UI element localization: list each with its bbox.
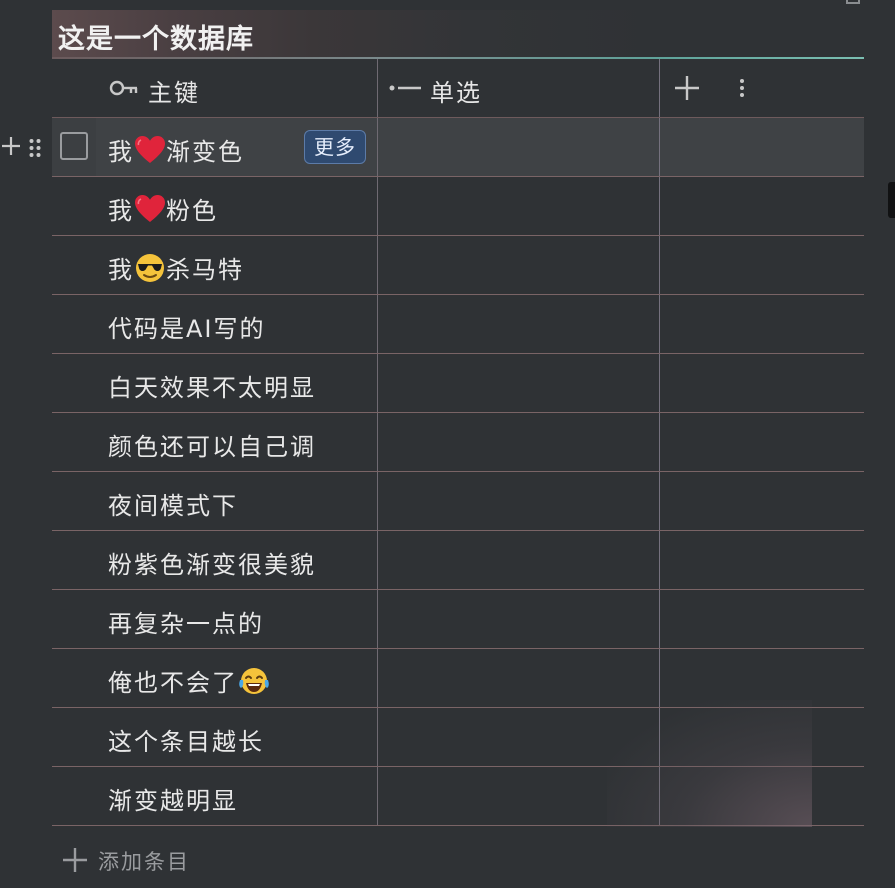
- row-title-text: 渐变越明显: [108, 787, 238, 815]
- column-divider: [659, 295, 660, 353]
- table-row[interactable]: 白天效果不太明显: [52, 354, 864, 413]
- row-title[interactable]: 粉紫色渐变很美貌: [108, 545, 316, 580]
- row-title-text: 夜间模式下: [108, 492, 238, 520]
- column-divider: [659, 531, 660, 589]
- row-title[interactable]: 我 杀马特: [108, 250, 244, 285]
- row-title[interactable]: 再复杂一点的: [108, 604, 264, 639]
- table-row[interactable]: 我 杀马特: [52, 236, 864, 295]
- more-button[interactable]: 更多: [304, 130, 366, 164]
- table-row[interactable]: 俺也不会了: [52, 649, 864, 708]
- table-row[interactable]: 粉紫色渐变很美貌: [52, 531, 864, 590]
- row-title-text: 白天效果不太明显: [108, 374, 316, 402]
- column-divider: [377, 649, 378, 707]
- kebab-menu-icon[interactable]: [732, 77, 752, 99]
- table-row[interactable]: 再复杂一点的: [52, 590, 864, 649]
- tears-of-joy-emoji: [238, 666, 270, 696]
- column-divider: [377, 590, 378, 648]
- column-divider: [659, 413, 660, 471]
- add-row-plus-icon[interactable]: [0, 134, 22, 158]
- column-divider: [659, 118, 660, 176]
- column-divider: [659, 354, 660, 412]
- column-divider: [377, 118, 378, 176]
- column-divider: [377, 413, 378, 471]
- column-divider: [377, 708, 378, 766]
- column-divider: [659, 767, 660, 825]
- column-divider: [659, 59, 660, 117]
- key-icon: [109, 80, 138, 96]
- row-title-text: 我: [108, 256, 134, 284]
- row-title-text: 代码是AI写的: [108, 315, 266, 343]
- table-row[interactable]: 我 粉色: [52, 177, 864, 236]
- table-row[interactable]: 代码是AI写的: [52, 295, 864, 354]
- single-select-icon: [389, 85, 421, 91]
- row-title-text: 我: [108, 197, 134, 225]
- row-title-text: 俺也不会了: [108, 669, 238, 697]
- table-row[interactable]: 我 渐变色 更多: [2, 118, 864, 177]
- row-title[interactable]: 我 粉色: [108, 191, 218, 226]
- row-title-text: 颜色还可以自己调: [108, 433, 316, 461]
- sunglasses-emoji: [134, 253, 166, 283]
- add-entry-button[interactable]: 添加条目: [62, 846, 222, 876]
- column-divider: [659, 590, 660, 648]
- table-row[interactable]: 这个条目越长: [52, 708, 864, 767]
- column-header-single-select[interactable]: 单选: [430, 73, 482, 108]
- row-title-text: 杀马特: [166, 256, 244, 284]
- column-divider: [659, 472, 660, 530]
- row-title[interactable]: 渐变越明显: [108, 781, 238, 816]
- column-divider: [377, 531, 378, 589]
- column-divider: [659, 236, 660, 294]
- row-title[interactable]: 夜间模式下: [108, 486, 238, 521]
- row-checkbox[interactable]: [60, 132, 88, 160]
- row-title[interactable]: 代码是AI写的: [108, 309, 266, 344]
- column-divider: [377, 236, 378, 294]
- column-divider: [377, 354, 378, 412]
- table-row[interactable]: 渐变越明显: [52, 767, 864, 826]
- table-header: 主键 单选: [52, 59, 864, 118]
- table-row[interactable]: 夜间模式下: [52, 472, 864, 531]
- row-title[interactable]: 我 渐变色: [108, 132, 244, 167]
- row-title-text: 我: [108, 138, 134, 166]
- row-title[interactable]: 白天效果不太明显: [108, 368, 316, 403]
- column-header-primary-key[interactable]: 主键: [148, 73, 200, 108]
- column-divider: [377, 59, 378, 117]
- row-title-text: 粉色: [166, 197, 218, 225]
- red-heart-emoji: [134, 194, 166, 224]
- column-divider: [659, 649, 660, 707]
- row-title[interactable]: 俺也不会了: [108, 663, 270, 698]
- table-body: 我渐变色 更多我粉色我杀马特 代码是AI写的 白天效果不太明显 颜色还可以自己调 夜间模式…: [2, 118, 864, 826]
- database-title[interactable]: 这是一个数据库: [52, 10, 864, 58]
- row-title-text: 这个条目越长: [108, 728, 264, 756]
- red-heart-emoji: [134, 135, 166, 165]
- database-table: 主键 单选 我渐变色 更多我粉色我杀马特 代码是AI写的 白天效果不太明显 颜色还可以自…: [2, 59, 864, 826]
- row-title[interactable]: 颜色还可以自己调: [108, 427, 316, 462]
- scroll-handle[interactable]: [888, 182, 895, 218]
- column-divider: [659, 708, 660, 766]
- column-divider: [377, 177, 378, 235]
- column-divider: [377, 767, 378, 825]
- row-title-text: 再复杂一点的: [108, 610, 264, 638]
- row-title-text: 渐变色: [166, 138, 244, 166]
- plus-icon: [63, 848, 87, 872]
- corner-bracket-icon: [846, 0, 860, 4]
- row-title[interactable]: 这个条目越长: [108, 722, 264, 757]
- add-entry-label: 添加条目: [98, 850, 190, 874]
- table-row[interactable]: 颜色还可以自己调: [52, 413, 864, 472]
- database-view: { "database": { "title": "这是一个数据库", "add…: [0, 0, 895, 888]
- row-title-text: 粉紫色渐变很美貌: [108, 551, 316, 579]
- column-divider: [377, 472, 378, 530]
- drag-handle-icon[interactable]: [28, 137, 42, 159]
- column-divider: [377, 295, 378, 353]
- add-column-plus-icon[interactable]: [672, 73, 702, 103]
- column-divider: [659, 177, 660, 235]
